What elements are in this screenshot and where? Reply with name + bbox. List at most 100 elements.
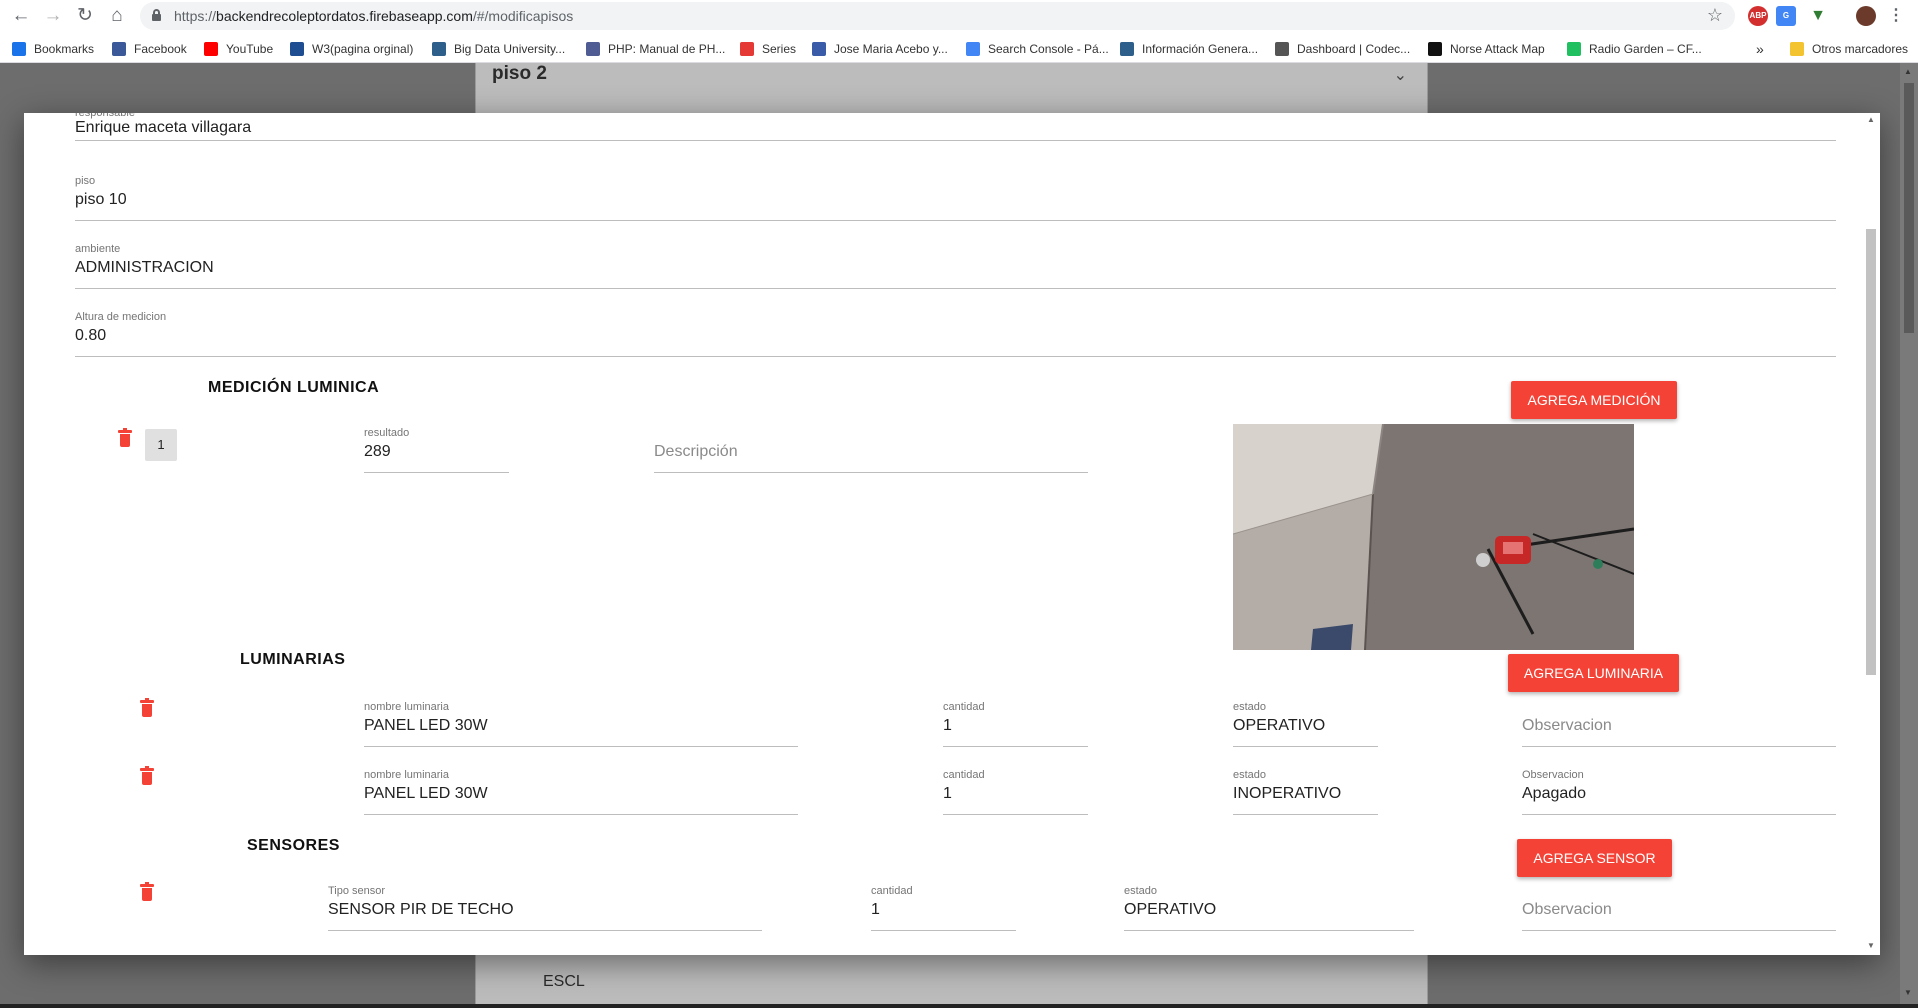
info-icon [1120,42,1134,56]
add-luminaire-button[interactable]: AGREGA LUMINARIA [1508,654,1679,692]
luminaire-observation-value: Apagado [1522,785,1587,802]
page-scroll-up-icon[interactable]: ▲ [1904,67,1912,76]
bookmark-label: Bookmarks [34,42,95,56]
delete-luminaire-icon[interactable] [140,698,154,718]
ambiente-field[interactable]: ambiente ADMINISTRACION [75,243,1836,289]
bookmark-star[interactable]: Bookmarks [12,40,94,58]
bookmark-php[interactable]: PHP: Manual de PH... [586,40,725,58]
bookmark-youtube[interactable]: YouTube [204,40,273,58]
descripcion-field[interactable]: Descripción [654,427,1088,473]
delete-measurement-icon[interactable] [118,428,132,448]
bookmark-w3[interactable]: W3(pagina orginal) [290,40,413,58]
responsable-underline [75,140,1836,141]
menu-dots-icon[interactable]: ⋮ [1886,6,1906,26]
delete-sensor-icon[interactable] [140,882,154,902]
luminaire-quantity-underline [943,814,1088,815]
url-text[interactable]: https://backendrecoleptordatos.firebasea… [174,8,573,24]
sensor-type-value: SENSOR PIR DE TECHO [328,901,514,918]
sensor-quantity-label: cantidad [871,885,913,897]
responsable-field[interactable]: responsable Enrique maceta villagara [75,113,1836,141]
sensor-type-field[interactable]: Tipo sensor SENSOR PIR DE TECHO [328,885,762,931]
add-sensor-button[interactable]: AGREGA SENSOR [1517,839,1672,877]
luminaire-status-label: estado [1233,769,1267,781]
bookmark-play[interactable]: Series [740,40,796,58]
add-measurement-button[interactable]: AGREGA MEDICIÓN [1511,381,1677,419]
background-section-title[interactable]: piso 2 [492,63,547,85]
ambiente-label: ambiente [75,243,121,255]
luminaire-status-label: estado [1233,701,1267,713]
piso-field[interactable]: piso piso 10 [75,175,1836,221]
bookmark-radio-garden[interactable]: Radio Garden – CF... [1567,40,1702,58]
browser-toolbar: ← → ↻ ⌂ https://backendrecoleptordatos.f… [0,0,1918,63]
luminaire-name-underline [364,746,798,747]
sensor-type-label: Tipo sensor [328,885,386,897]
address-bar[interactable]: https://backendrecoleptordatos.firebasea… [140,2,1735,30]
luminaire-observation-placeholder: Observacion [1522,717,1612,734]
sensor-status-field[interactable]: estado OPERATIVO [1124,885,1414,931]
bookmark-codec[interactable]: Dashboard | Codec... [1275,40,1410,58]
bookmark-star-icon[interactable]: ☆ [1707,5,1723,26]
luminaire-name-field[interactable]: nombre luminaria PANEL LED 30W [364,701,798,747]
home-icon[interactable]: ⌂ [104,3,130,29]
bookmark-bdu[interactable]: Big Data University... [432,40,565,58]
altura-underline [75,356,1836,357]
dialog-scrollbar[interactable]: ▲ ▼ [1864,113,1878,955]
page-scrollbar[interactable]: ▲ ▼ [1900,63,1918,1004]
more-bookmarks-chevron-icon[interactable]: » [1756,40,1764,58]
bookmark-search-console[interactable]: Search Console - Pá... [966,40,1109,58]
bookmark-label: Norse Attack Map [1450,42,1545,56]
edit-floor-dialog: responsable Enrique maceta villagara pis… [24,113,1880,955]
resultado-field[interactable]: resultado 289 [364,427,509,473]
other-bookmarks-label: Otros marcadores [1812,42,1909,56]
php-icon [586,42,600,56]
luminaire-observation-field[interactable]: Observacion Apagado [1522,769,1836,815]
sensor-observation-underline [1522,930,1836,931]
luminaire-status-field[interactable]: estado INOPERATIVO [1233,769,1378,815]
bookmark-facebook[interactable]: Facebook [112,40,187,58]
bookmark-norse[interactable]: Norse Attack Map [1428,40,1545,58]
piso-label: piso [75,175,96,187]
translate-icon[interactable]: G [1776,6,1796,26]
bookmark-label: W3(pagina orginal) [312,42,414,56]
luminaire-status-value: OPERATIVO [1233,717,1326,734]
luminaire-status-value: INOPERATIVO [1233,785,1342,802]
luminaire-quantity-label: cantidad [943,769,985,781]
piso-underline [75,220,1836,221]
altura-field[interactable]: Altura de medicion 0.80 [75,311,1836,357]
luminaire-quantity-value: 1 [943,717,952,734]
chevron-down-icon[interactable]: ⌄ [1394,65,1407,85]
luminaire-name-label: nombre luminaria [364,701,449,713]
sensor-quantity-field[interactable]: cantidad 1 [871,885,1016,931]
other-bookmarks-folder[interactable]: Otros marcadores [1790,40,1908,58]
scroll-up-arrow-icon[interactable]: ▲ [1867,115,1875,124]
luminaire-name-field[interactable]: nombre luminaria PANEL LED 30W [364,769,798,815]
sensor-observation-field[interactable]: Observacion [1522,885,1836,931]
forward-arrow-icon[interactable]: → [40,3,66,29]
measurement-photo[interactable] [1233,424,1634,650]
sensores-section-title: SENSORES [247,837,340,854]
lock-icon [152,9,161,21]
delete-luminaire-icon[interactable] [140,766,154,786]
scroll-down-arrow-icon[interactable]: ▼ [1867,941,1875,950]
page-scroll-down-icon[interactable]: ▼ [1904,988,1912,997]
reload-icon[interactable]: ↻ [72,3,98,29]
norse-icon [1428,42,1442,56]
codec-icon [1275,42,1289,56]
luminaire-status-field[interactable]: estado OPERATIVO [1233,701,1378,747]
sensor-status-label: estado [1124,885,1158,897]
luminaire-observation-field[interactable]: Observacion [1522,701,1836,747]
radio-garden-icon [1567,42,1581,56]
back-arrow-icon[interactable]: ← [8,3,34,29]
luminaire-quantity-field[interactable]: cantidad 1 [943,769,1088,815]
page-scrollbar-thumb[interactable] [1904,83,1914,333]
luminaire-observation-underline [1522,746,1836,747]
bookmark-doc[interactable]: Jose Maria Acebo y... [812,40,948,58]
bookmark-info[interactable]: Información Genera... [1120,40,1258,58]
luminaire-quantity-label: cantidad [943,701,985,713]
scrollbar-thumb[interactable] [1866,229,1876,675]
vue-devtools-icon[interactable]: ▼ [1808,6,1828,26]
adblock-icon[interactable]: ABP [1748,6,1768,26]
luminaire-quantity-field[interactable]: cantidad 1 [943,701,1088,747]
sensor-status-underline [1124,930,1414,931]
profile-avatar-icon[interactable] [1856,6,1876,26]
